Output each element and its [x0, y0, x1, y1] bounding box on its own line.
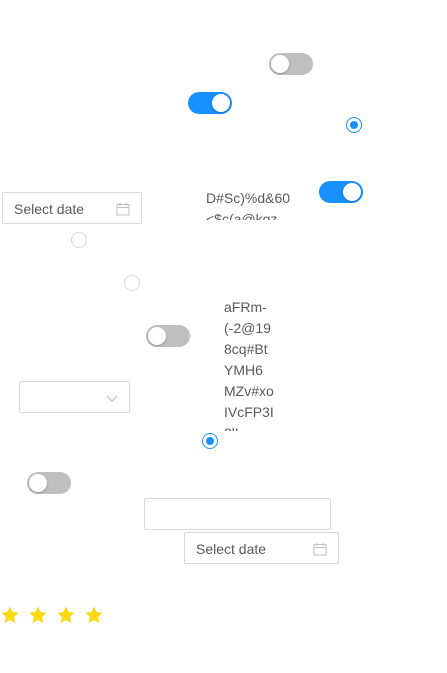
text-block-content: aFRm-(-2@198cq#BtYMH6MZv#xoIVcFP3I8lL: [224, 299, 274, 431]
date-picker-placeholder: Select date: [196, 541, 267, 557]
calendar-icon: [313, 543, 327, 556]
scroll-text-block-1: D#Sc)%d&60<$c(a@kgz: [206, 188, 292, 220]
switch-3[interactable]: [319, 181, 363, 203]
switch-4[interactable]: [146, 325, 190, 347]
select-1[interactable]: [19, 381, 130, 413]
switch-5[interactable]: [27, 472, 71, 494]
radio-4[interactable]: [202, 433, 218, 449]
chevron-down-icon: [106, 395, 118, 402]
star-icon[interactable]: [56, 605, 76, 625]
radio-3[interactable]: [124, 275, 140, 291]
star-rating[interactable]: [0, 605, 112, 625]
date-picker-2[interactable]: Select date: [184, 532, 339, 564]
scroll-text-block-2: aFRm-(-2@198cq#BtYMH6MZv#xoIVcFP3I8lL: [224, 297, 274, 431]
star-icon[interactable]: [28, 605, 48, 625]
text-block-content: D#Sc)%d&60<$c(a@kgz: [206, 190, 291, 220]
switch-knob: [212, 94, 230, 112]
text-input-1[interactable]: [144, 498, 331, 530]
switch-knob: [271, 55, 289, 73]
switch-1[interactable]: [269, 53, 313, 75]
date-picker-placeholder: Select date: [14, 201, 85, 217]
switch-knob: [29, 474, 47, 492]
date-picker-1[interactable]: Select date: [2, 192, 142, 224]
switch-2[interactable]: [188, 92, 232, 114]
calendar-icon: [116, 203, 130, 216]
radio-2[interactable]: [71, 232, 87, 248]
radio-1[interactable]: [346, 117, 362, 133]
switch-knob: [148, 327, 166, 345]
switch-knob: [343, 183, 361, 201]
star-icon[interactable]: [84, 605, 104, 625]
star-icon[interactable]: [0, 605, 20, 625]
